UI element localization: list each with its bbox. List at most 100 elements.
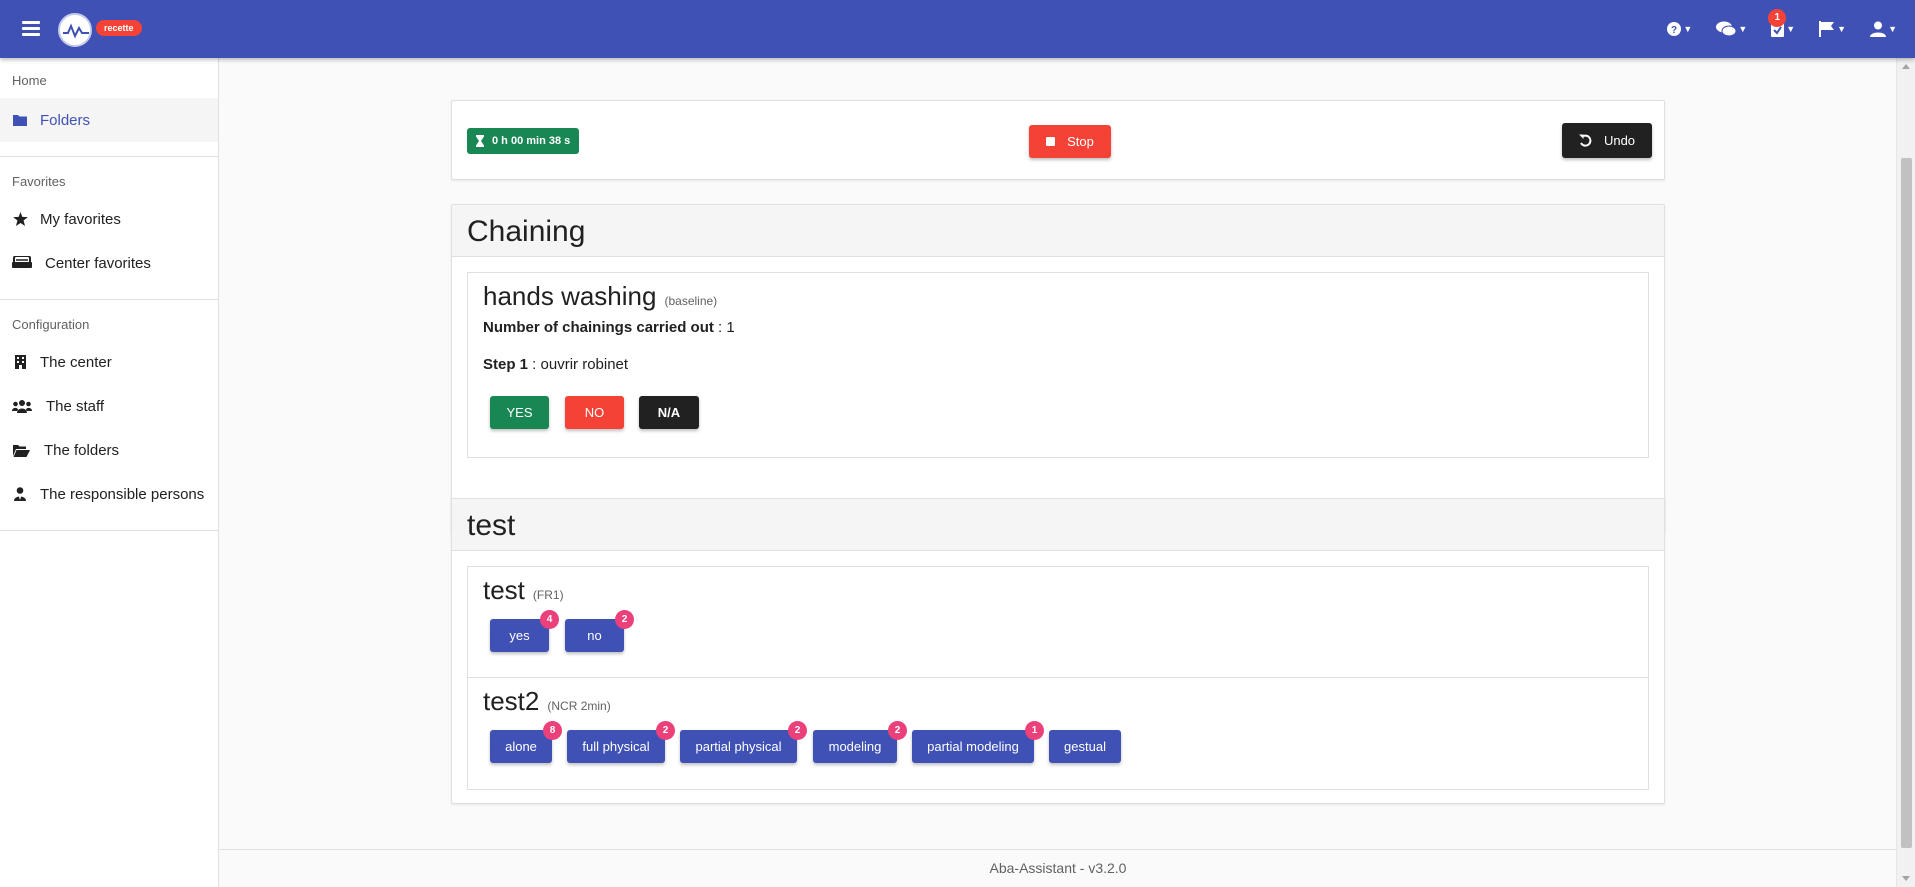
chaining-count-value: 1 [726,319,735,336]
tasks-menu[interactable]: 1 ▼ [1768,9,1795,37]
sidebar-divider [0,156,218,157]
stop-icon [1046,137,1056,146]
sidebar-item-label: The responsible persons [40,485,205,503]
app-version: Aba-Assistant - v3.2.0 [989,860,1127,876]
response-button-label: gestual [1064,739,1106,754]
session-timer-text: 0 h 00 min 38 s [492,135,571,147]
top-app-bar: recette ? ▼ ▼ 1 ▼ ▼ ▼ [0,0,1915,58]
step-value: ouvrir robinet [540,356,629,373]
sidebar-item-label: The center [40,353,112,371]
app-logo[interactable] [58,13,92,47]
main-content: Roderick Kesel 0 h 00 min 38 s Stop Undo… [220,26,1896,887]
count-badge: 2 [888,721,907,740]
response-button-label: modeling [828,739,882,754]
sidebar-section-favorites: Favorites [12,174,66,189]
sidebar-item-center-favorites[interactable]: Center favorites [0,241,218,285]
sidebar-divider [0,530,218,531]
chaining-section-card: Chaining hands washing (baseline) Number… [451,204,1665,532]
svg-text:?: ? [1671,25,1677,36]
messages-menu[interactable]: ▼ [1716,21,1747,37]
sidebar-item-my-favorites[interactable]: My favorites [0,197,218,241]
users-icon [12,398,32,414]
folder-open-icon [12,442,30,458]
sidebar-item-the-center[interactable]: The center [0,340,218,384]
sidebar-section-configuration: Configuration [12,317,90,332]
flag-icon [1819,21,1835,37]
session-toolbar-card: 0 h 00 min 38 s Stop Undo [451,100,1665,180]
building-icon [12,354,28,370]
program-title: test2 [483,686,540,716]
program-phase-tag: (NCR 2min) [547,699,611,713]
folder-icon [12,112,28,128]
yes-button[interactable]: YES [490,396,549,429]
couch-icon [12,255,32,271]
response-button-label: no [587,628,602,643]
menu-icon[interactable] [22,18,40,38]
sidebar-item-the-folders[interactable]: The folders [0,428,218,472]
count-badge: 2 [615,610,634,629]
na-button[interactable]: N/A [639,396,699,429]
help-menu[interactable]: ? ▼ [1667,22,1692,36]
response-button[interactable]: partial modeling 1 [912,721,1044,763]
sidebar-item-folders[interactable]: Folders [0,98,218,142]
scroll-up-arrow[interactable] [1902,64,1910,69]
comments-icon [1716,21,1737,37]
program-title: test [483,575,525,605]
sidebar: Home Folders Favorites My favorites Cent… [0,58,219,887]
response-button[interactable]: modeling 2 [813,721,907,763]
program-phase-tag: (FR1) [532,588,564,602]
help-icon: ? [1667,22,1682,36]
sidebar-item-the-staff[interactable]: The staff [0,384,218,428]
test-programs-card: test (FR1) yes 4 no 2 test2 (NCR 2min) a… [467,566,1649,790]
count-badge: 8 [543,721,562,740]
footer: Aba-Assistant - v3.2.0 [220,849,1896,887]
scrollbar-thumb[interactable] [1901,158,1912,848]
test-section-header: test [452,499,1664,551]
response-button[interactable]: alone 8 [490,721,562,763]
program-item: test2 (NCR 2min) alone 8 full physical 2… [468,678,1648,771]
response-button-label: yes [509,628,530,643]
chaining-step-row: Step 1 : ouvrir robinet [483,356,1633,373]
test-section-card: test test (FR1) yes 4 no 2 test2 (NCR 2m… [451,498,1665,804]
count-badge: 4 [540,610,559,629]
environment-badge: recette [96,20,142,36]
response-button[interactable]: no 2 [565,610,634,652]
response-button[interactable]: full physical 2 [567,721,675,763]
scroll-down-arrow[interactable] [1902,876,1910,881]
response-button[interactable]: gestual [1049,730,1121,763]
user-menu[interactable]: ▼ [1870,21,1897,37]
no-button[interactable]: NO [565,396,624,429]
session-timer-badge: 0 h 00 min 38 s [467,128,580,154]
step-separator: : [528,356,541,373]
stop-button-label: Stop [1067,134,1094,149]
count-badge: 2 [656,721,675,740]
sidebar-item-label: Center favorites [45,254,151,272]
chaining-program-card: hands washing (baseline) Number of chain… [467,272,1649,458]
sidebar-item-label: My favorites [40,210,121,228]
sidebar-item-the-responsible-persons[interactable]: The responsible persons [0,472,218,516]
undo-button[interactable]: Undo [1562,123,1652,158]
count-badge: 2 [788,721,807,740]
program-title: hands washing [483,281,657,311]
user-tie-icon [12,486,28,502]
user-icon [1870,21,1887,37]
sidebar-item-label: The folders [44,441,120,459]
chaining-section-header: Chaining [452,205,1664,257]
program-phase-tag: (baseline) [664,294,718,308]
chaining-count-label: Number of chainings carried out [483,319,714,336]
response-button[interactable]: partial physical 2 [680,721,807,763]
chaining-count-row: Number of chainings carried out : 1 [483,319,1633,336]
undo-icon [1578,134,1592,147]
stop-button[interactable]: Stop [1029,125,1111,158]
sidebar-divider [0,299,218,300]
program-item: test (FR1) yes 4 no 2 [468,567,1648,678]
count-badge: 1 [1025,721,1044,740]
flag-menu[interactable]: ▼ [1819,21,1846,37]
hourglass-icon [476,135,484,147]
sidebar-item-label: The staff [46,397,105,415]
undo-button-label: Undo [1603,133,1636,148]
response-button-label: partial modeling [927,739,1019,754]
vertical-scrollbar[interactable] [1896,58,1915,887]
response-button[interactable]: yes 4 [490,610,559,652]
sidebar-item-label: Folders [40,111,91,129]
